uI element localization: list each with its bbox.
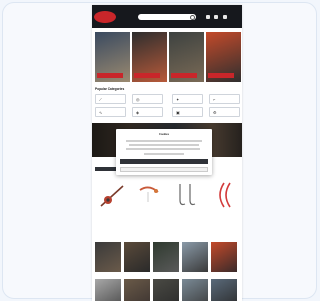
wishlist-icon[interactable] [214,15,218,19]
product-image [100,185,124,207]
categories-title: Popular Categories [95,87,125,91]
hook-icon: ⌐ [213,97,216,102]
store-homepage: Popular Categories ⟋ ◎ ✦ ⌐ ∿ ◈ ▣ ⚙ Cooki… [92,5,242,301]
gallery-thumbnail[interactable] [153,242,179,272]
gallery-thumbnail[interactable] [211,242,237,272]
gallery-thumbnail[interactable] [182,242,208,272]
product-card[interactable] [169,178,203,234]
bait-icon: ◈ [136,110,140,115]
product-carousel [95,178,242,236]
category-tile[interactable]: ▣ [172,107,203,117]
dialog-text-line [126,140,202,142]
gallery-thumbnail[interactable] [124,279,150,301]
gallery-thumbnail[interactable] [95,279,121,301]
dialog-title: Cookies [158,133,170,136]
dialog-text-line [129,144,199,146]
store-logo[interactable] [94,11,116,23]
product-card[interactable] [132,178,166,234]
account-icon[interactable] [206,15,210,19]
product-card[interactable] [206,178,240,234]
accessory-icon: ⚙ [213,110,217,115]
banner-label [208,73,234,78]
hero-banners [95,32,241,82]
rod-icon: ⟋ [99,97,102,102]
line-icon: ∿ [99,110,103,115]
gallery-thumbnail[interactable] [182,279,208,301]
gallery-thumbnail[interactable] [124,242,150,272]
gallery-thumbnail[interactable] [95,242,121,272]
category-tile[interactable]: ✦ [172,94,203,104]
photo-gallery [95,242,240,301]
hero-banner[interactable] [95,32,130,82]
cart-icon[interactable] [223,15,227,19]
reel-icon: ◎ [136,97,140,102]
search-icon[interactable] [190,15,195,20]
accept-cookies-button[interactable] [120,159,208,164]
product-image [139,186,159,202]
lure-icon: ✦ [176,97,180,102]
category-grid: ⟋ ◎ ✦ ⌐ ∿ ◈ ▣ ⚙ [95,94,240,120]
search-input[interactable] [138,14,196,20]
product-image [219,182,231,208]
gallery-thumbnail[interactable] [153,279,179,301]
tackle-icon: ▣ [176,110,180,115]
banner-label [134,73,160,78]
hero-banner[interactable] [132,32,167,82]
category-tile[interactable]: ◎ [132,94,163,104]
cookie-consent-dialog: Cookies [116,129,212,175]
site-header [92,5,242,28]
category-tile[interactable]: ∿ [95,107,126,117]
category-tile[interactable]: ⟋ [95,94,126,104]
product-card[interactable] [95,178,129,234]
banner-label [97,73,123,78]
gallery-thumbnail[interactable] [211,279,237,301]
dialog-text-line [144,153,184,155]
category-tile[interactable]: ⚙ [209,107,240,117]
products-tab[interactable] [95,167,117,171]
dialog-text-line [126,148,200,150]
category-tile[interactable]: ⌐ [209,94,240,104]
product-image [179,184,196,206]
cookie-settings-button[interactable] [120,167,208,172]
banner-label [171,73,197,78]
hero-banner[interactable] [206,32,241,82]
hero-banner[interactable] [169,32,204,82]
category-tile[interactable]: ◈ [132,107,163,117]
